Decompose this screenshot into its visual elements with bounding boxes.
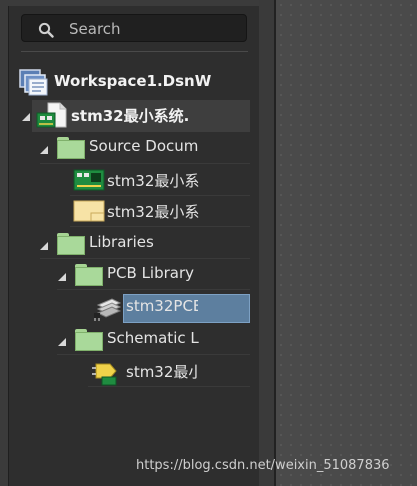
separator (21, 51, 248, 52)
schematic-library-file-label: stm32最小 (126, 363, 198, 381)
project-icon (36, 102, 67, 128)
project-label: stm32最小系统. (71, 107, 190, 125)
pcb-doc-icon (73, 169, 105, 191)
watermark-text: https://blog.csdn.net/weixin_51087836 (136, 458, 390, 473)
folder-icon (75, 329, 103, 351)
search-input[interactable]: Search (21, 14, 247, 42)
source-documents-label: Source Docum (89, 137, 199, 155)
pcb-library-folder-label: PCB Library (107, 264, 195, 282)
schematic-doc-icon (73, 200, 105, 222)
row-divider (88, 386, 250, 387)
row-divider (70, 195, 250, 196)
folder-icon (57, 233, 85, 255)
search-icon (38, 22, 54, 38)
collapse-arrow-icon[interactable] (22, 113, 30, 121)
row-divider (57, 354, 250, 355)
folder-icon (75, 264, 103, 286)
row-divider (40, 163, 250, 164)
panel-splitter[interactable] (259, 0, 275, 486)
collapse-arrow-icon[interactable] (58, 338, 66, 346)
workspace-icon (19, 69, 48, 96)
pcb-library-file-label: stm32PCE (126, 297, 198, 315)
collapse-arrow-icon[interactable] (40, 242, 48, 250)
row-divider (57, 289, 250, 290)
collapse-arrow-icon[interactable] (40, 146, 48, 154)
workspace-label: Workspace1.DsnW (54, 72, 212, 90)
row-divider (40, 258, 250, 259)
libraries-label: Libraries (89, 233, 154, 251)
search-placeholder: Search (69, 20, 121, 38)
pcb-library-icon (94, 298, 122, 321)
document-canvas[interactable] (276, 0, 417, 486)
folder-icon (57, 137, 85, 159)
row-divider (70, 226, 250, 227)
schematic-library-icon (92, 363, 117, 386)
collapse-arrow-icon[interactable] (58, 273, 66, 281)
pcb-document-label: stm32最小系 (107, 172, 199, 190)
schematic-document-label: stm32最小系 (107, 203, 199, 221)
schematic-library-folder-label: Schematic L (107, 329, 199, 347)
